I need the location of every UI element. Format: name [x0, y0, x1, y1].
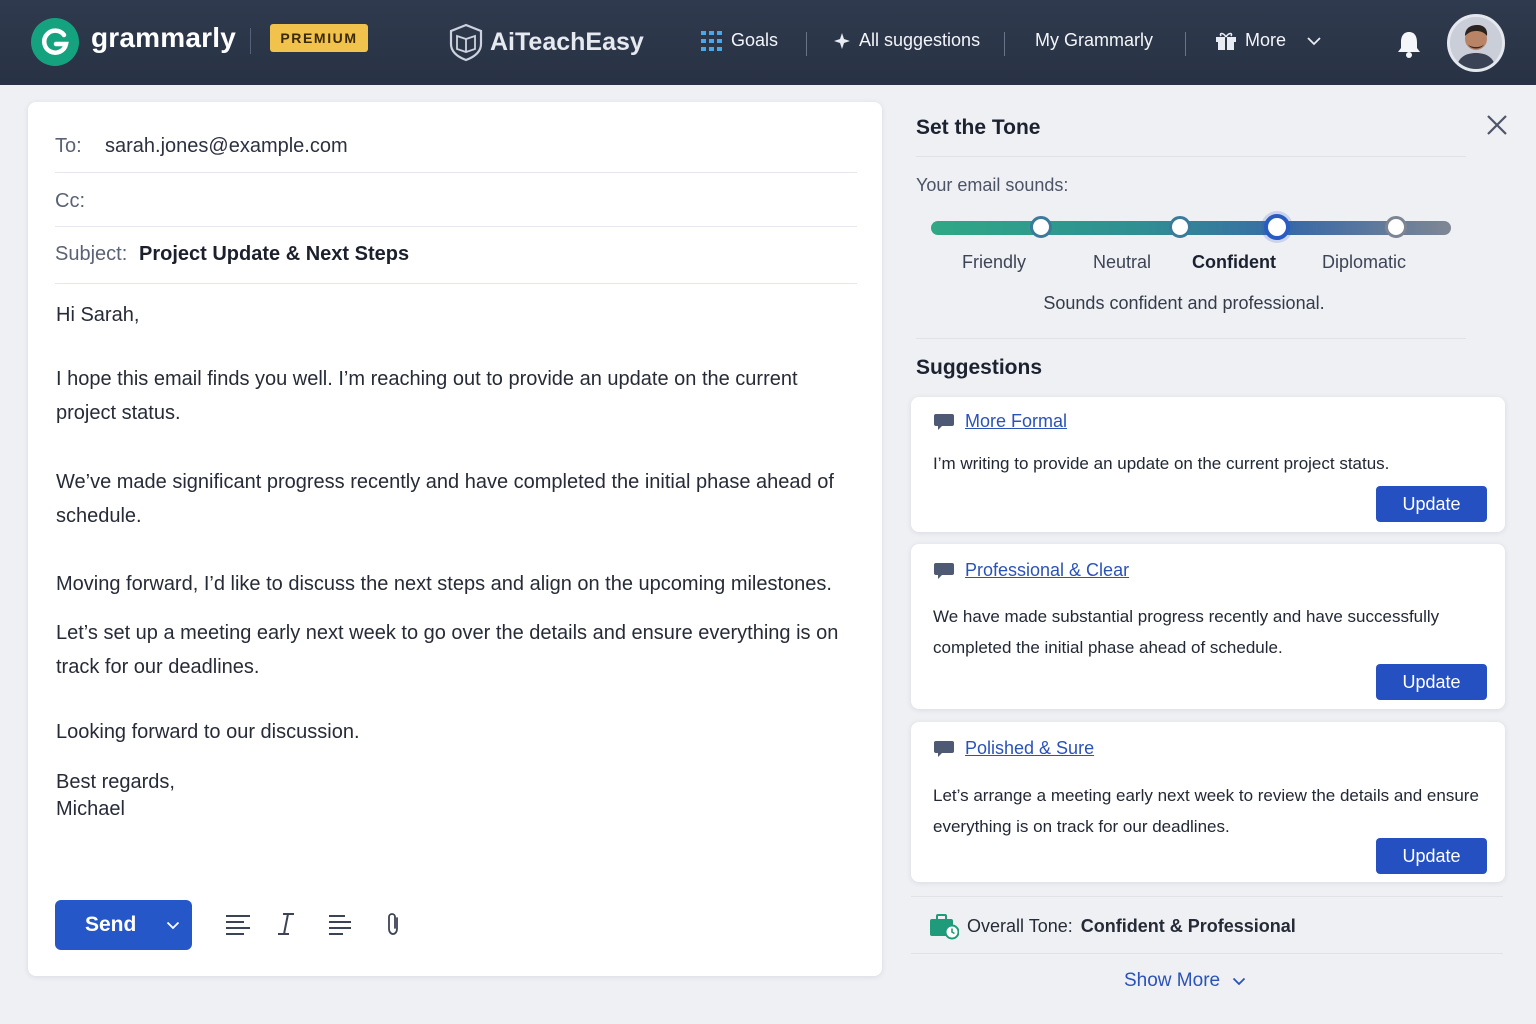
book-shield-icon	[449, 23, 483, 62]
cc-label: Cc:	[55, 190, 85, 212]
nav-goals[interactable]: Goals	[701, 30, 778, 51]
chat-bubble-icon	[934, 413, 954, 430]
suggestion-name[interactable]: More Formal	[965, 411, 1067, 432]
briefcase-clock-icon	[930, 914, 959, 940]
suggestion-card: More Formal I’m writing to provide an up…	[911, 397, 1505, 532]
sparkle-icon	[834, 32, 850, 49]
subject-field[interactable]: Subject: Project Update & Next Steps	[55, 243, 857, 266]
divider	[250, 28, 251, 54]
chevron-down-icon	[1232, 977, 1246, 985]
divider	[916, 338, 1466, 339]
divider	[911, 896, 1503, 897]
subject-value[interactable]: Project Update & Next Steps	[139, 243, 409, 266]
chevron-down-icon	[1307, 36, 1321, 45]
nav-more-label: More	[1245, 30, 1287, 50]
avatar[interactable]	[1447, 14, 1505, 72]
tone-label-confident[interactable]: Confident	[1192, 252, 1276, 273]
subject-label: Subject:	[55, 243, 128, 265]
tone-slider-knob-diplomatic[interactable]	[1385, 216, 1407, 238]
close-icon[interactable]	[1484, 112, 1510, 138]
nav-goals-label: Goals	[731, 30, 779, 50]
update-button[interactable]: Update	[1376, 664, 1487, 700]
bell-icon[interactable]	[1396, 30, 1422, 58]
nav-all-suggestions-label: All suggestions	[859, 30, 981, 50]
premium-badge: PREMIUM	[270, 24, 368, 52]
nav-separator	[1004, 32, 1005, 56]
email-paragraph[interactable]: Moving forward, I’d like to discuss the …	[56, 567, 856, 601]
email-signoff[interactable]: Best regards,	[56, 769, 856, 795]
suggestion-header[interactable]: Polished & Sure	[933, 738, 1094, 759]
to-label: To:	[55, 135, 82, 157]
text-format-icon[interactable]	[326, 910, 354, 938]
email-signature[interactable]: Michael	[56, 796, 856, 822]
divider	[911, 953, 1503, 954]
nav-my-grammarly-label: My Grammarly	[1035, 30, 1153, 50]
email-paragraph[interactable]: We’ve made significant progress recently…	[56, 465, 856, 533]
tone-slider-track[interactable]	[931, 221, 1451, 235]
tone-slider-knob-neutral[interactable]	[1169, 216, 1191, 238]
divider	[55, 283, 857, 284]
email-paragraph[interactable]: I hope this email finds you well. I’m re…	[56, 362, 816, 430]
divider	[55, 172, 857, 173]
send-button[interactable]: Send	[55, 900, 192, 950]
partner-brand: AiTeachEasy	[446, 22, 644, 62]
italic-icon[interactable]	[272, 910, 300, 938]
show-more-label: Show More	[1124, 970, 1221, 991]
email-compose-card: To: sarah.jones@example.com Cc: Subject:…	[28, 102, 882, 976]
tone-label-diplomatic[interactable]: Diplomatic	[1322, 252, 1406, 273]
nav-separator	[1185, 32, 1186, 56]
email-sounds-label: Your email sounds:	[916, 175, 1069, 195]
suggestions-heading: Suggestions	[916, 356, 1043, 379]
tone-slider-knob-confident[interactable]	[1264, 214, 1290, 240]
tone-slider-knob-friendly[interactable]	[1030, 216, 1052, 238]
update-button[interactable]: Update	[1376, 838, 1487, 874]
tone-description: Sounds confident and professional.	[1043, 293, 1325, 313]
cc-field[interactable]: Cc:	[55, 190, 857, 213]
grid-icon	[701, 30, 722, 51]
email-paragraph[interactable]: Looking forward to our discussion.	[56, 715, 856, 749]
suggestion-header[interactable]: Professional & Clear	[933, 560, 1129, 581]
overall-tone-label: Overall Tone:	[967, 915, 1073, 936]
nav-all-suggestions[interactable]: All suggestions	[833, 30, 980, 51]
nav-separator	[806, 32, 807, 56]
brand-name: grammarly	[91, 22, 236, 53]
divider	[916, 156, 1466, 157]
align-left-icon[interactable]	[224, 910, 252, 938]
suggestion-card: Professional & Clear We have made substa…	[911, 544, 1505, 709]
overall-tone-value: Confident & Professional	[1080, 915, 1296, 936]
overall-tone: Overall Tone: Confident & Professional	[929, 912, 1296, 940]
divider	[55, 226, 857, 227]
show-more-button[interactable]: Show More	[1124, 970, 1246, 992]
partner-brand-name: AiTeachEasy	[490, 27, 644, 56]
tone-label-neutral[interactable]: Neutral	[1093, 252, 1151, 273]
suggestion-header[interactable]: More Formal	[933, 411, 1067, 432]
nav-more[interactable]: More	[1215, 30, 1322, 51]
suggestion-text: Let’s arrange a meeting early next week …	[933, 786, 1479, 836]
top-bar: grammarly PREMIUM AiTeachEasy Goals All …	[0, 0, 1536, 85]
to-field[interactable]: To: sarah.jones@example.com	[55, 135, 857, 158]
gift-icon	[1216, 32, 1236, 50]
chat-bubble-icon	[934, 562, 954, 579]
update-button[interactable]: Update	[1376, 486, 1487, 522]
suggestion-card: Polished & Sure Let’s arrange a meeting …	[911, 722, 1505, 882]
suggestion-text: We have made substantial progress recent…	[933, 607, 1440, 657]
grammarly-logo-icon[interactable]	[31, 18, 79, 66]
chat-bubble-icon	[934, 740, 954, 757]
send-options-chevron-icon[interactable]	[155, 900, 191, 950]
suggestion-text: I’m writing to provide an update on the …	[933, 454, 1390, 473]
suggestion-name[interactable]: Polished & Sure	[965, 738, 1094, 759]
attachment-icon[interactable]	[380, 910, 408, 938]
suggestion-name[interactable]: Professional & Clear	[965, 560, 1129, 581]
send-label: Send	[85, 913, 137, 936]
tone-label-friendly[interactable]: Friendly	[962, 252, 1026, 273]
email-greeting[interactable]: Hi Sarah,	[56, 298, 856, 332]
panel-title: Set the Tone	[916, 116, 1041, 139]
to-value[interactable]: sarah.jones@example.com	[105, 135, 348, 158]
nav-my-grammarly[interactable]: My Grammarly	[1035, 30, 1153, 51]
email-paragraph[interactable]: Let’s set up a meeting early next week t…	[56, 616, 856, 684]
